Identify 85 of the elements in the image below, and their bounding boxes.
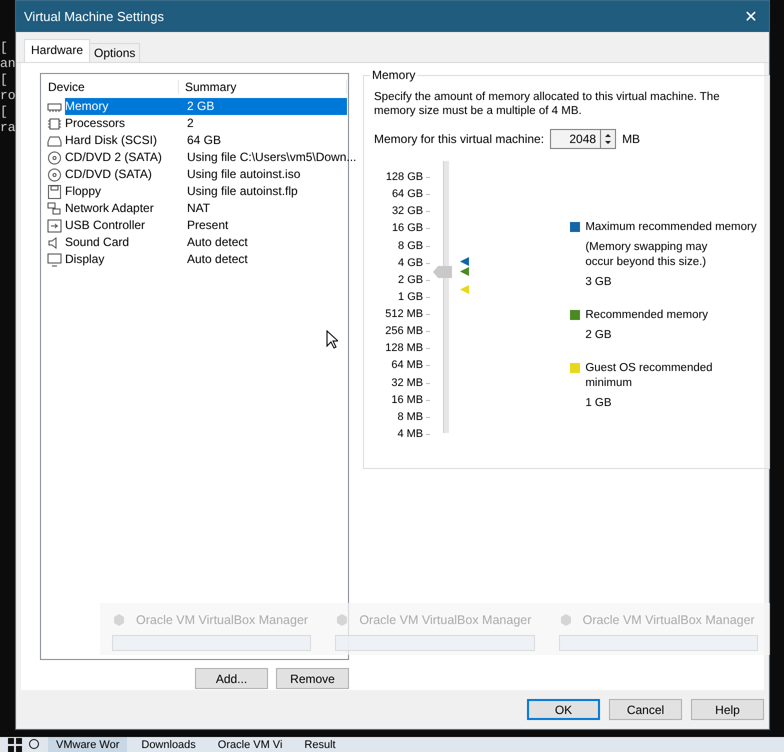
mouse-cursor-icon — [326, 330, 338, 350]
dialog-button[interactable]: OK — [527, 699, 600, 720]
scale-label: 128 GB — [386, 170, 424, 185]
scale-label: 16 MB — [391, 392, 424, 408]
terminal-text: an — [0, 56, 15, 72]
device-summary[interactable]: 64 GB — [184, 132, 347, 149]
disc-icon — [47, 168, 62, 182]
tab[interactable]: Options — [89, 43, 140, 62]
dialog-button[interactable]: Cancel — [609, 699, 682, 720]
legend-label: Recommended memory — [585, 308, 710, 323]
chip-icon — [47, 116, 62, 130]
search-icon[interactable] — [28, 738, 42, 752]
device-summary[interactable]: Using file autoinst.iso — [184, 166, 347, 183]
description-text: Specify the amount of memory allocated to this virtual machine. The memory size must be a multiple of 4 MB. — [374, 90, 721, 118]
terminal-text: [ — [0, 104, 9, 120]
cube-icon — [112, 613, 126, 627]
device-name[interactable]: Display — [65, 251, 184, 268]
device-button[interactable]: Add... — [195, 668, 268, 689]
device-summary[interactable]: Using file autoinst.flp — [184, 183, 347, 200]
slider-thumb[interactable] — [432, 266, 452, 278]
taskbar-item[interactable]: Oracle VM Vi — [210, 737, 290, 752]
floppy-icon — [47, 184, 62, 198]
device-summary[interactable]: 2 — [184, 115, 347, 132]
device-summary[interactable]: Auto detect — [184, 251, 347, 268]
scale-label: 32 MB — [391, 376, 424, 390]
scale-label: 256 MB — [385, 324, 424, 340]
cube-icon — [558, 613, 573, 627]
scale-label: 1 GB — [398, 290, 424, 305]
dialog-button[interactable]: Help — [691, 699, 764, 720]
disc-icon — [47, 150, 62, 164]
unit-label: MB — [622, 132, 640, 146]
field-label: Memory for this virtual machine: — [374, 132, 544, 146]
device-summary[interactable]: Present — [184, 217, 347, 234]
terminal-text: [ — [0, 72, 9, 88]
scale-label: 512 MB — [385, 307, 424, 322]
scale-label: 16 GB — [392, 221, 424, 236]
scale-label: 64 MB — [391, 358, 424, 374]
scale-label: 8 MB — [397, 410, 424, 425]
usb-icon — [47, 218, 62, 232]
device-name[interactable]: CD/DVD (SATA) — [65, 166, 184, 183]
taskbar-item[interactable]: VMware Wor — [48, 737, 128, 752]
scale-label: 32 GB — [392, 204, 424, 220]
device-name[interactable]: Hard Disk (SCSI) — [65, 132, 184, 149]
device-summary[interactable]: Auto detect — [184, 234, 347, 251]
device-name[interactable]: CD/DVD 2 (SATA) — [65, 149, 184, 166]
memory-input[interactable]: 2048 — [550, 129, 600, 149]
cube-icon — [335, 613, 350, 627]
device-summary[interactable]: Using file C:\Users\vm5\Down... — [184, 149, 356, 166]
device-name[interactable]: USB Controller — [65, 217, 184, 234]
device-button[interactable]: Remove — [276, 668, 349, 689]
taskbar-item[interactable]: Downloads — [133, 737, 204, 752]
monitor-icon — [47, 252, 62, 266]
scale-label: 4 GB — [398, 256, 424, 271]
scale-label: 8 GB — [398, 238, 424, 254]
device-summary[interactable]: 2 GB — [184, 98, 347, 115]
device-summary[interactable]: NAT — [184, 200, 347, 217]
windows-icon[interactable] — [8, 738, 22, 752]
column-header[interactable]: Device — [42, 80, 179, 94]
column-header[interactable]: Summary — [179, 80, 347, 94]
close-button[interactable]: ✕ — [733, 1, 769, 32]
spinner-arrows-icon[interactable] — [600, 129, 616, 149]
scale-label: 4 MB — [397, 426, 424, 442]
device-name[interactable]: Memory — [65, 98, 184, 115]
legend-label: Guest OS recommended minimum — [585, 361, 714, 391]
device-name[interactable]: Floppy — [65, 183, 184, 200]
legend-value: 3 GB — [585, 275, 613, 290]
tab[interactable]: Hardware — [24, 39, 90, 62]
network-icon — [47, 202, 62, 216]
taskbar-item[interactable]: Result — [296, 737, 344, 752]
legend-value: 2 GB — [585, 328, 613, 343]
device-name[interactable]: Processors — [65, 115, 184, 132]
terminal-text: ra — [0, 120, 15, 136]
window-title: Virtual Machine Settings — [24, 9, 164, 24]
legend-value: 1 GB — [585, 396, 613, 411]
group-title: Memory — [370, 68, 418, 82]
scale-label: 64 GB — [392, 187, 424, 202]
terminal-text: [ — [0, 40, 9, 56]
memory-slider[interactable] — [432, 161, 468, 433]
scale-label: 2 GB — [398, 272, 424, 288]
scale-label: 128 MB — [385, 341, 424, 356]
legend-label: Maximum recommended memory — [585, 220, 758, 235]
device-name[interactable]: Sound Card — [65, 234, 184, 251]
device-name[interactable]: Network Adapter — [65, 200, 184, 217]
legend-note: (Memory swapping may occur beyond this size.) — [585, 240, 708, 270]
terminal-text: ro — [0, 88, 15, 104]
